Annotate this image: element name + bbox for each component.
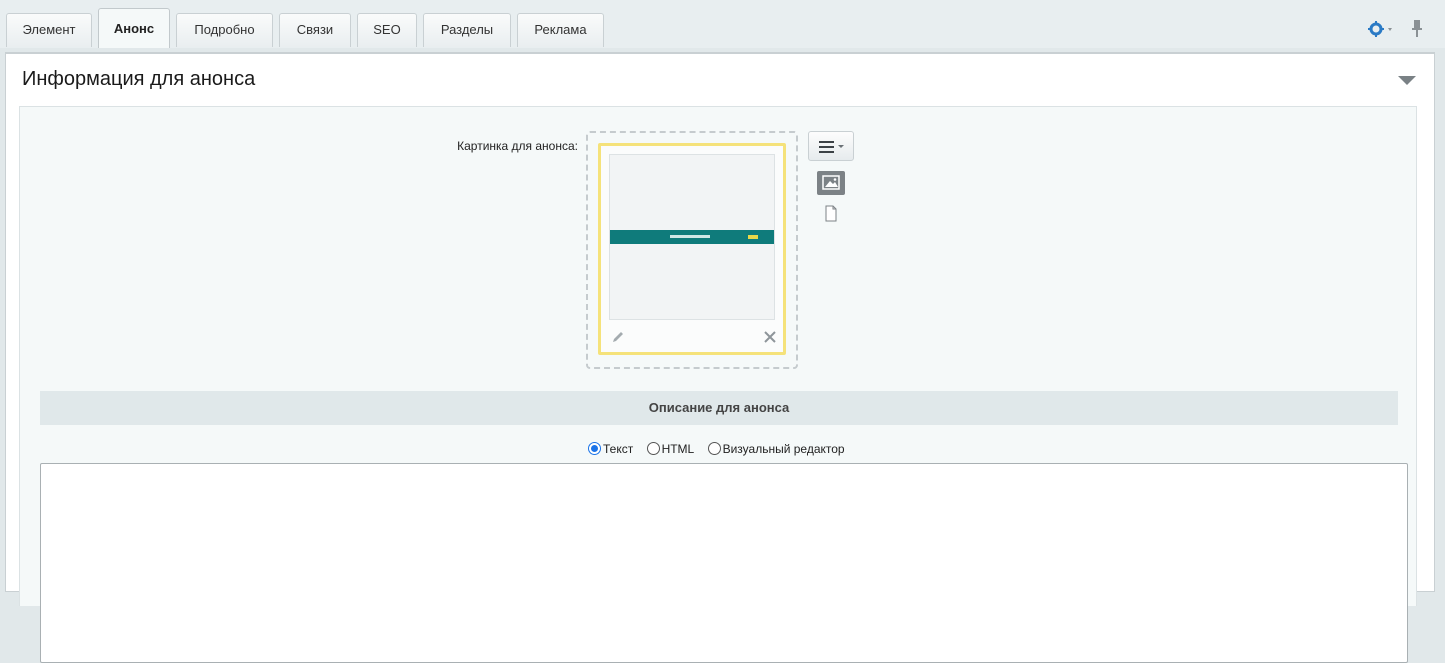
description-textarea[interactable]	[40, 463, 1408, 663]
description-header: Описание для анонса	[40, 391, 1398, 425]
image-icon	[822, 175, 840, 190]
tab-seo[interactable]: SEO	[357, 13, 417, 47]
picture-menu-button[interactable]	[808, 131, 854, 161]
announce-panel: Информация для анонса Картинка для анонс…	[5, 52, 1435, 663]
tab-links[interactable]: Связи	[279, 13, 351, 47]
settings-button[interactable]	[1368, 20, 1398, 38]
gear-icon	[1368, 21, 1392, 37]
radio-visual-editor[interactable]	[707, 441, 721, 455]
menu-icon	[819, 141, 844, 153]
pin-icon	[1412, 20, 1422, 37]
tab-element[interactable]: Элемент	[6, 13, 92, 47]
tab-bar: Элемент Анонс Подробно Связи SEO Разделы…	[0, 0, 1445, 48]
banner-image	[610, 230, 774, 244]
format-option-text[interactable]: Текст	[588, 441, 633, 456]
announce-content: Картинка для анонса: Описание для анонса…	[19, 106, 1417, 663]
format-option-visual-editor[interactable]: Визуальный редактор	[707, 441, 845, 456]
picture-preview	[598, 143, 786, 355]
radio-html[interactable]	[646, 441, 660, 455]
file-icon	[825, 205, 837, 222]
section-title: Информация для анонса	[22, 68, 256, 90]
preview-thumbnail	[609, 154, 775, 320]
tab-advertising[interactable]: Реклама	[517, 13, 604, 47]
image-mode-button[interactable]	[817, 171, 845, 195]
collapse-arrow-icon[interactable]	[1398, 76, 1416, 86]
radio-text[interactable]	[588, 441, 601, 455]
tab-announce[interactable]: Анонс	[98, 8, 170, 48]
pin-button[interactable]	[1410, 19, 1424, 39]
picture-dropzone[interactable]	[586, 131, 798, 369]
file-mode-button[interactable]	[823, 205, 839, 223]
description-format-group: Текст HTML Визуальный редактор	[588, 441, 855, 459]
close-icon[interactable]	[763, 330, 777, 344]
picture-field-label: Картинка для анонса:	[457, 139, 578, 153]
edit-pencil-icon[interactable]	[611, 330, 625, 344]
tab-details[interactable]: Подробно	[176, 13, 273, 47]
format-option-html[interactable]: HTML	[646, 441, 694, 456]
tab-sections[interactable]: Разделы	[423, 13, 511, 47]
